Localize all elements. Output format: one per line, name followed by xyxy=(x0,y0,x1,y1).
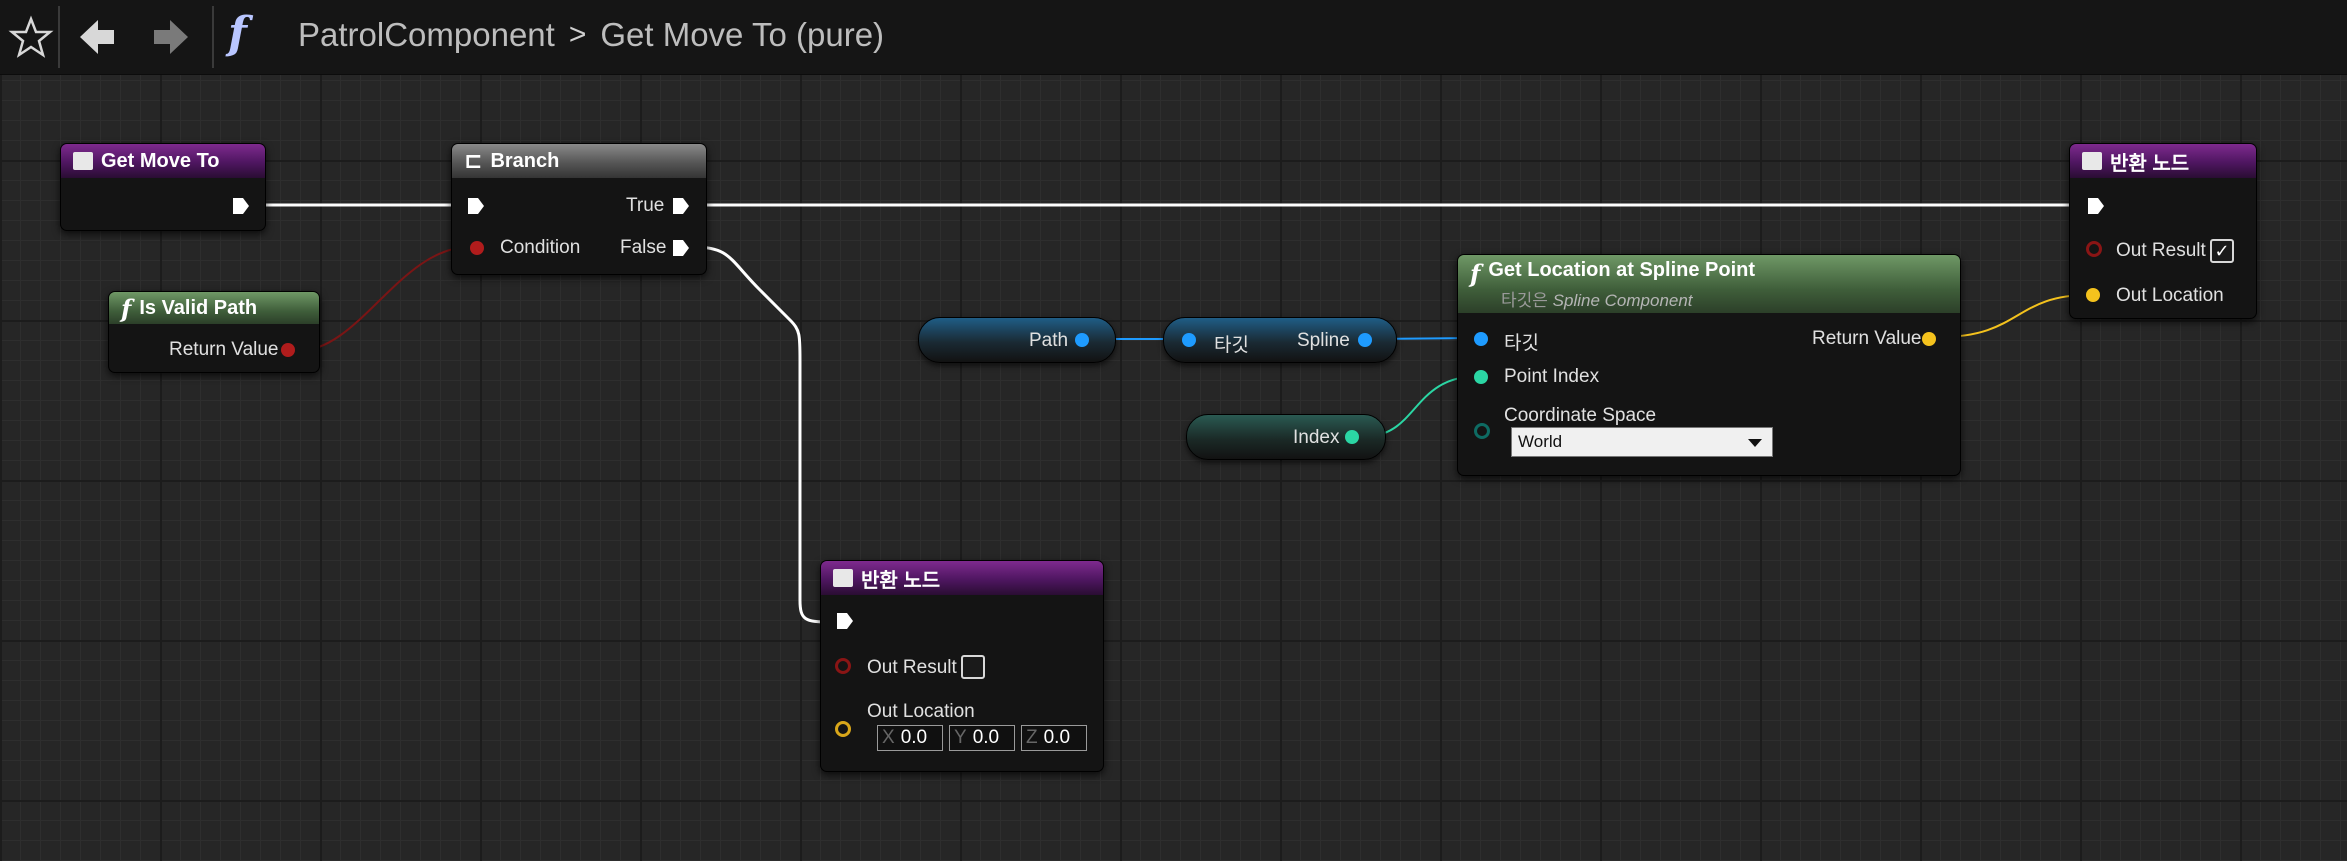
spline-target-label: 타깃 xyxy=(1214,335,1249,356)
y-axis-label: Y xyxy=(954,727,967,748)
z-axis-label: Z xyxy=(1026,727,1038,748)
branch-icon: ⊏ xyxy=(464,148,483,173)
out-result-pin[interactable] xyxy=(2086,241,2102,257)
out-result-pin[interactable] xyxy=(835,658,851,674)
wires-layer xyxy=(250,203,2089,624)
x-value: 0.0 xyxy=(900,727,928,748)
node-title: Is Valid Path xyxy=(139,296,258,319)
node-header: Get Move To xyxy=(61,144,265,178)
toolbar-separator xyxy=(58,6,60,68)
path-variable-node[interactable]: Path xyxy=(918,317,1116,363)
node-header: 반환 노드 xyxy=(2070,144,2256,178)
node-icon xyxy=(73,152,93,170)
out-location-label: Out Location xyxy=(867,701,975,722)
exec-wire-false-return xyxy=(693,245,831,624)
node-header: f Is Valid Path xyxy=(109,292,319,324)
node-title: 반환 노드 xyxy=(861,569,941,592)
condition-pin[interactable] xyxy=(470,241,484,255)
toolbar-separator xyxy=(212,6,214,68)
point-index-pin[interactable] xyxy=(1474,370,1488,384)
forward-arrow-icon[interactable] xyxy=(148,14,194,60)
return-value-label: Return Value xyxy=(1812,328,1922,349)
index-label: Index xyxy=(1293,427,1340,448)
return-value-label: Return Value xyxy=(169,339,279,360)
out-result-label: Out Result xyxy=(2116,240,2206,261)
function-icon: f xyxy=(121,293,132,323)
back-arrow-icon[interactable] xyxy=(74,14,120,60)
graph-toolbar: f PatrolComponent > Get Move To (pure) xyxy=(0,0,2347,75)
breadcrumb: PatrolComponent > Get Move To (pure) xyxy=(298,12,884,58)
chevron-down-icon xyxy=(1748,439,1762,447)
is-valid-path-node[interactable]: f Is Valid Path Return Value xyxy=(108,291,320,373)
target-in-pin[interactable] xyxy=(1474,332,1488,346)
subtitle-target: Spline Component xyxy=(1552,291,1693,310)
out-location-label: Out Location xyxy=(2116,285,2224,306)
path-label: Path xyxy=(1029,330,1069,351)
exec-in-pin[interactable] xyxy=(2086,196,2106,216)
exec-out-pin[interactable] xyxy=(231,196,251,216)
node-title: 반환 노드 xyxy=(2110,152,2190,175)
node-icon xyxy=(833,569,853,587)
branch-node[interactable]: ⊏ Branch True Condition False xyxy=(451,143,707,275)
false-label: False xyxy=(620,237,667,258)
out-location-y-field[interactable]: Y 0.0 xyxy=(949,725,1015,751)
return-node-bottom[interactable]: 반환 노드 Out Result Out Location X 0.0 Y 0.… xyxy=(820,560,1104,772)
exec-true-pin[interactable] xyxy=(671,196,691,216)
node-subtitle: 타깃은 Spline Component xyxy=(1501,286,1693,311)
spline-out-pin[interactable] xyxy=(1358,333,1372,347)
out-location-pin[interactable] xyxy=(835,721,851,737)
true-label: True xyxy=(626,195,665,216)
vector-wire-return-location xyxy=(1939,294,2089,338)
out-result-label: Out Result xyxy=(867,657,957,678)
coordinate-space-dropdown[interactable]: World xyxy=(1511,427,1773,457)
coordinate-space-pin[interactable] xyxy=(1474,423,1490,439)
node-header: 반환 노드 xyxy=(821,561,1103,595)
function-icon: f xyxy=(1470,259,1481,288)
exec-in-pin[interactable] xyxy=(466,196,486,216)
node-title: Get Move To xyxy=(101,149,220,172)
node-header: f Get Location at Spline Point 타깃은 Splin… xyxy=(1458,255,1960,313)
out-result-checkbox[interactable]: ✓ xyxy=(2210,239,2234,263)
coordinate-space-label: Coordinate Space xyxy=(1504,405,1657,426)
exec-false-pin[interactable] xyxy=(671,238,691,258)
index-out-pin[interactable] xyxy=(1345,430,1359,444)
index-variable-node[interactable]: Index xyxy=(1186,414,1386,460)
spline-variable-node[interactable]: 타깃 Spline xyxy=(1163,317,1397,363)
breadcrumb-current: Get Move To (pure) xyxy=(600,16,885,53)
node-icon xyxy=(2082,152,2102,170)
node-header: ⊏ Branch xyxy=(452,144,706,178)
y-value: 0.0 xyxy=(972,727,1000,748)
z-value: 0.0 xyxy=(1043,727,1071,748)
star-icon[interactable] xyxy=(8,14,54,60)
subtitle-prefix: 타깃은 xyxy=(1501,291,1553,310)
out-location-x-field[interactable]: X 0.0 xyxy=(877,725,943,751)
breadcrumb-parent[interactable]: PatrolComponent xyxy=(298,16,555,54)
condition-label: Condition xyxy=(500,237,581,258)
out-result-checkbox[interactable] xyxy=(961,655,985,679)
function-icon: f xyxy=(228,8,247,59)
coordinate-space-value: World xyxy=(1518,432,1563,451)
target-label: 타깃 xyxy=(1504,333,1539,354)
spline-target-pin[interactable] xyxy=(1182,333,1196,347)
chevron-right-icon: > xyxy=(568,18,587,51)
bool-out-pin[interactable] xyxy=(281,343,295,357)
x-axis-label: X xyxy=(882,727,895,748)
exec-in-pin[interactable] xyxy=(835,611,855,631)
out-location-z-field[interactable]: Z 0.0 xyxy=(1021,725,1087,751)
point-index-label: Point Index xyxy=(1504,366,1600,387)
spline-label: Spline xyxy=(1297,330,1350,351)
bool-wire-valid-condition xyxy=(297,246,471,352)
get-location-at-spline-point-node[interactable]: f Get Location at Spline Point 타깃은 Splin… xyxy=(1457,254,1961,476)
node-title: Get Location at Spline Point xyxy=(1488,259,1756,281)
entry-node-get-move-to[interactable]: Get Move To xyxy=(60,143,266,231)
return-node-top[interactable]: 반환 노드 Out Result ✓ Out Location xyxy=(2069,143,2257,319)
return-value-pin[interactable] xyxy=(1922,332,1936,346)
path-out-pin[interactable] xyxy=(1075,333,1089,347)
node-title: Branch xyxy=(490,149,560,172)
out-location-pin[interactable] xyxy=(2086,288,2100,302)
